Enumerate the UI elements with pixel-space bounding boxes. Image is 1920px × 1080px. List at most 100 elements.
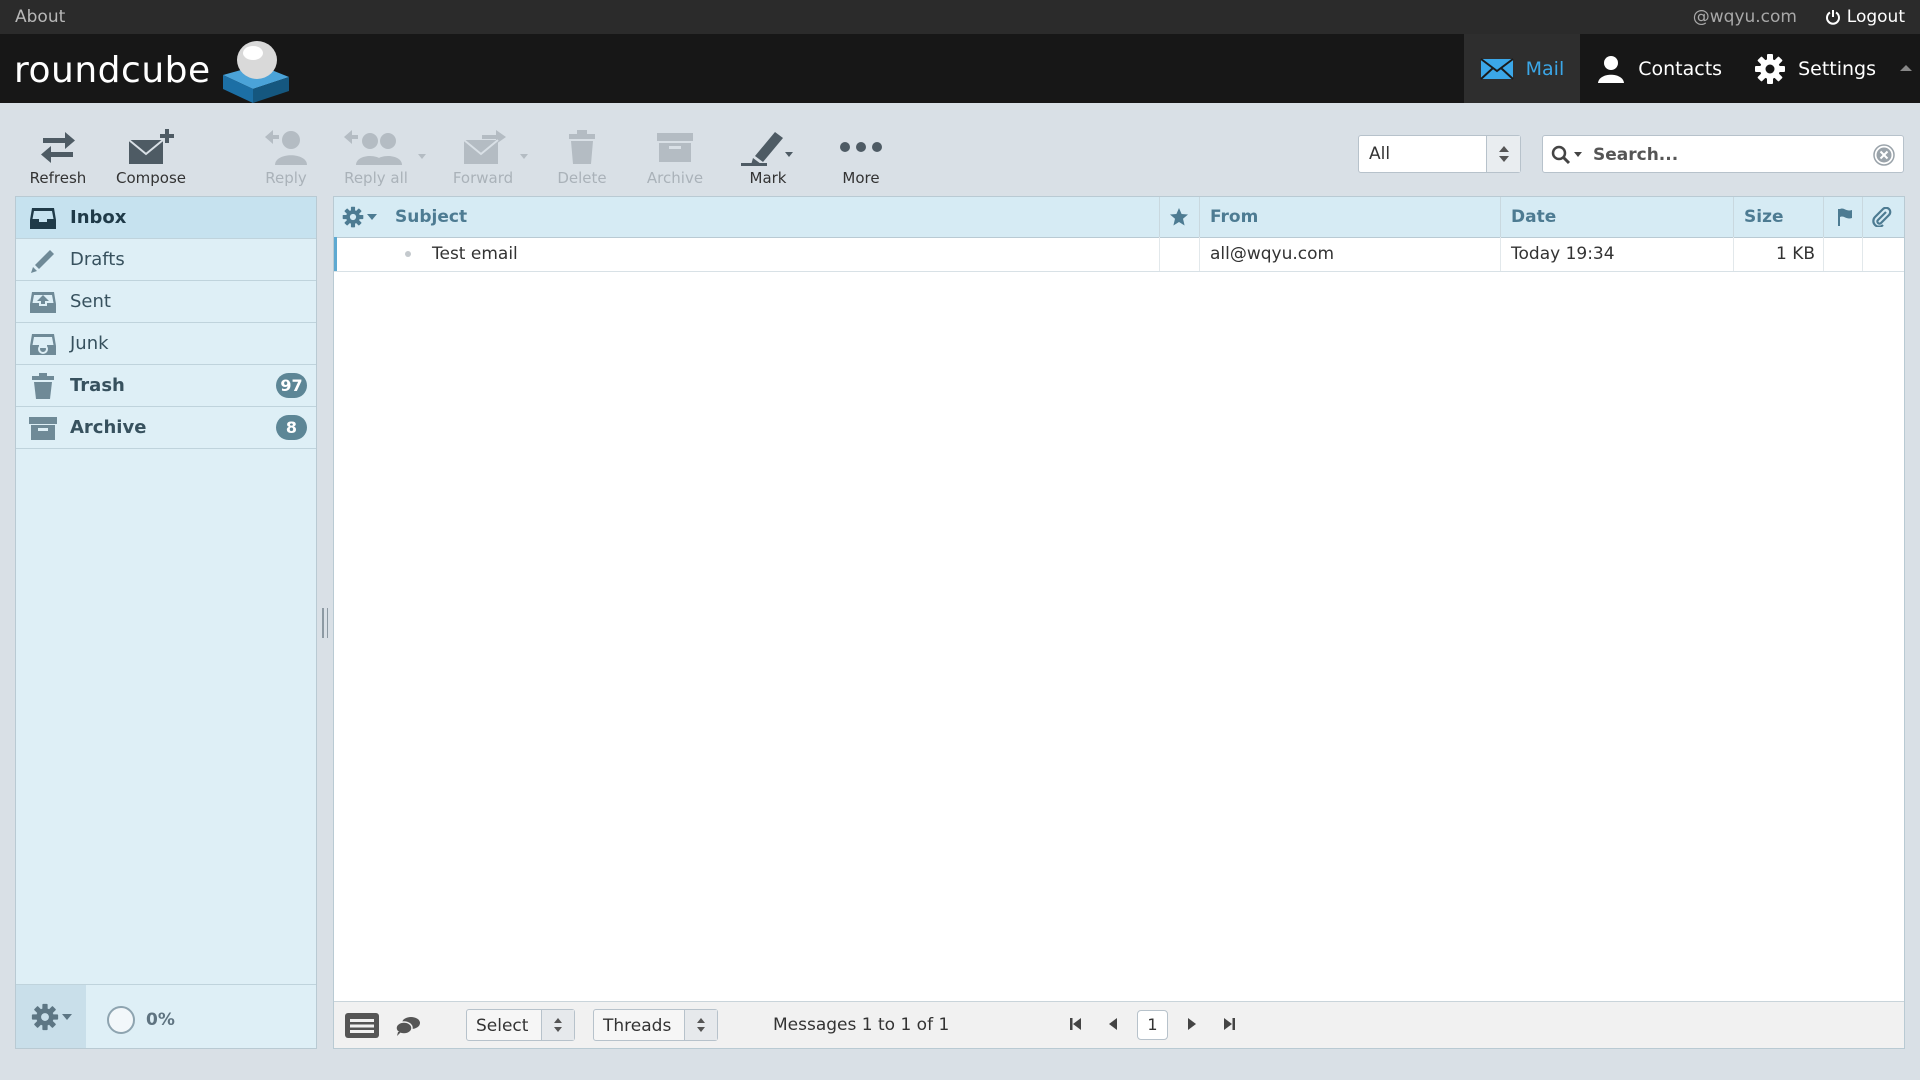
- column-attachment[interactable]: [1872, 197, 1892, 237]
- first-page-icon: [1070, 1018, 1081, 1030]
- junk-icon: [28, 331, 58, 357]
- message-subject[interactable]: Test email: [432, 237, 518, 271]
- chevron-down-icon: [367, 214, 377, 220]
- list-view-icon: [345, 1013, 379, 1038]
- select-label: Select: [476, 1016, 529, 1036]
- contacts-icon: [1598, 55, 1625, 83]
- about-link[interactable]: About: [15, 7, 65, 27]
- forward-icon: [463, 130, 528, 164]
- panel-splitter[interactable]: [320, 608, 330, 638]
- list-options-button[interactable]: [342, 197, 377, 237]
- threads-dropdown[interactable]: Threads: [593, 1009, 718, 1041]
- paperclip-icon: [1872, 207, 1892, 227]
- compose-button[interactable]: Compose: [106, 125, 196, 187]
- last-page-button[interactable]: [1222, 1016, 1236, 1032]
- column-from[interactable]: From: [1210, 197, 1258, 237]
- chevron-down-icon: [61, 1013, 72, 1020]
- delete-button[interactable]: Delete: [537, 125, 627, 187]
- folder-options-button[interactable]: [16, 985, 86, 1048]
- flag-icon: [1838, 208, 1852, 226]
- table-row[interactable]: Test email all@wqyu.com Today 19:34 1 KB: [334, 237, 1904, 272]
- column-subject[interactable]: Subject: [395, 197, 467, 237]
- status-dot-icon[interactable]: [405, 237, 411, 271]
- more-dots-icon: [840, 142, 882, 152]
- refresh-icon: [41, 132, 75, 163]
- logout-label: Logout: [1846, 7, 1905, 27]
- filter-select[interactable]: All: [1358, 135, 1521, 173]
- column-size[interactable]: Size: [1744, 197, 1784, 237]
- page-number-input[interactable]: 1: [1137, 1010, 1168, 1040]
- message-size: 1 KB: [1775, 244, 1815, 264]
- next-page-button[interactable]: [1186, 1016, 1198, 1032]
- list-view-button[interactable]: [344, 1010, 380, 1040]
- folder-junk[interactable]: Junk: [16, 323, 316, 365]
- mark-button[interactable]: Mark: [723, 125, 813, 187]
- archive-icon: [28, 415, 58, 441]
- refresh-button[interactable]: Refresh: [13, 125, 103, 187]
- folder-inbox[interactable]: Inbox: [16, 197, 316, 239]
- more-button[interactable]: More: [816, 125, 906, 187]
- previous-page-button[interactable]: [1107, 1016, 1119, 1032]
- last-page-icon: [1224, 1018, 1235, 1030]
- trash-icon: [569, 130, 595, 164]
- message-list-footer: Select Threads Messages 1 to 1 of 1 1: [334, 1001, 1904, 1048]
- updown-arrows-icon: [541, 1010, 574, 1040]
- row-indicator: [334, 237, 337, 271]
- filter-value: All: [1369, 144, 1391, 164]
- select-dropdown[interactable]: Select: [466, 1009, 575, 1041]
- quota-pie-icon: [107, 1006, 135, 1034]
- quota-text: 0%: [146, 1010, 175, 1030]
- search-input[interactable]: Search...: [1593, 145, 1678, 165]
- sent-icon: [28, 289, 58, 315]
- search-box[interactable]: Search...: [1542, 135, 1904, 173]
- contacts-task-label: Contacts: [1638, 57, 1723, 80]
- collapse-header-button[interactable]: [1892, 34, 1920, 103]
- gear-icon: [342, 206, 364, 228]
- more-label: More: [842, 169, 880, 187]
- column-date[interactable]: Date: [1511, 197, 1556, 237]
- forward-button[interactable]: Forward: [445, 125, 535, 187]
- mark-pen-icon: [741, 132, 793, 166]
- column-flag-star[interactable]: [1169, 197, 1189, 237]
- task-menu: Mail Contacts Settings: [1463, 34, 1920, 103]
- updown-arrows-icon: [1486, 136, 1520, 172]
- folder-label: Archive: [70, 417, 147, 438]
- gear-icon: [1755, 53, 1786, 84]
- logo[interactable]: roundcube: [14, 38, 293, 103]
- clear-search-icon[interactable]: [1873, 144, 1895, 166]
- chevron-up-icon: [1900, 65, 1912, 71]
- folder-archive[interactable]: Archive 8: [16, 407, 316, 449]
- folder-label: Junk: [70, 333, 109, 354]
- threads-label: Threads: [603, 1016, 672, 1036]
- archive-button[interactable]: Archive: [630, 125, 720, 187]
- mail-icon: [1479, 57, 1514, 80]
- updown-arrows-icon: [684, 1010, 717, 1040]
- refresh-label: Refresh: [29, 169, 87, 187]
- gear-icon: [31, 1003, 58, 1030]
- first-page-button[interactable]: [1069, 1016, 1083, 1032]
- inbox-icon: [28, 205, 58, 231]
- reply-all-button[interactable]: Reply all: [339, 125, 429, 187]
- archive-label: Archive: [646, 169, 704, 187]
- pencil-icon: [28, 246, 58, 274]
- message-from: all@wqyu.com: [1210, 244, 1335, 264]
- previous-page-icon: [1109, 1018, 1117, 1030]
- logo-text: roundcube: [14, 49, 211, 91]
- mail-task-label: Mail: [1525, 57, 1565, 80]
- message-list: Subject From Date Size Test email all@wq…: [333, 196, 1905, 1049]
- search-icon[interactable]: [1551, 145, 1587, 165]
- folder-sent[interactable]: Sent: [16, 281, 316, 323]
- contacts-task-button[interactable]: Contacts: [1580, 34, 1738, 103]
- logout-button[interactable]: Logout: [1825, 7, 1905, 27]
- folder-label: Sent: [70, 291, 111, 312]
- thread-view-button[interactable]: [395, 1015, 421, 1037]
- folder-drafts[interactable]: Drafts: [16, 239, 316, 281]
- settings-task-button[interactable]: Settings: [1738, 34, 1892, 103]
- folder-trash[interactable]: Trash 97: [16, 365, 316, 407]
- message-date: Today 19:34: [1511, 244, 1615, 264]
- folder-footer: 0%: [16, 984, 316, 1048]
- column-flag[interactable]: [1836, 197, 1854, 237]
- mail-task-button[interactable]: Mail: [1463, 34, 1581, 103]
- user-email: @wqyu.com: [1692, 7, 1797, 27]
- reply-button[interactable]: Reply: [241, 125, 331, 187]
